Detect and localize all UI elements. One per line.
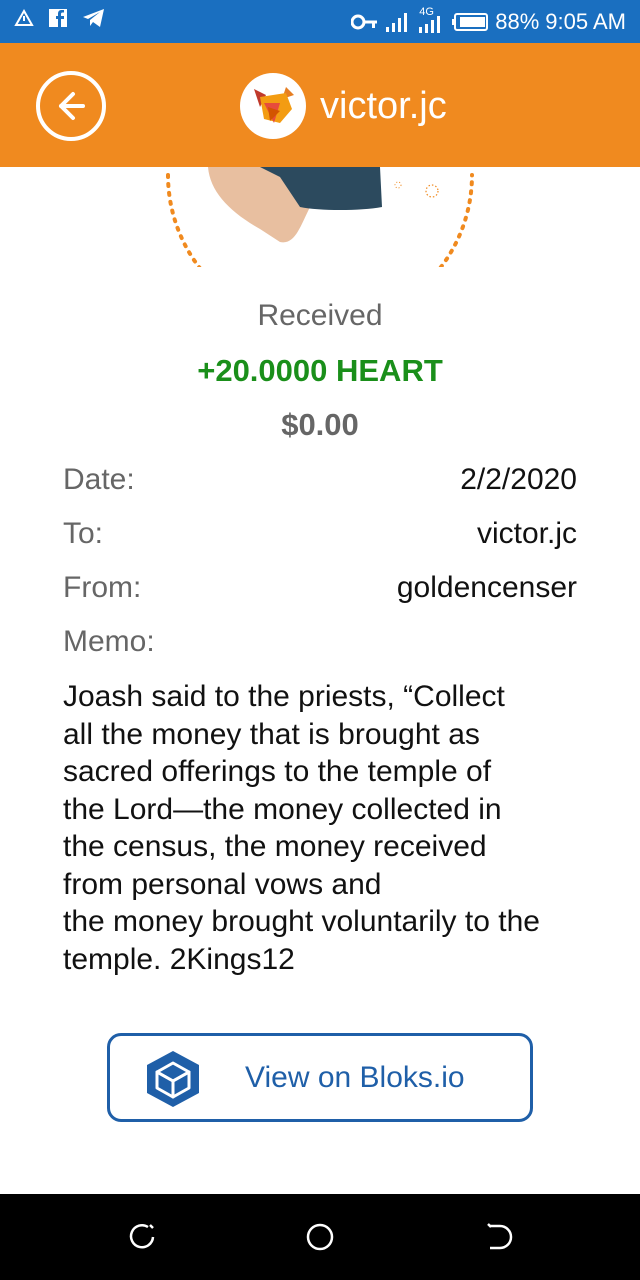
view-on-bloks-button[interactable]: View on Bloks.io bbox=[107, 1033, 533, 1122]
detail-value: victor.jc bbox=[476, 517, 577, 550]
fox-logo-icon bbox=[254, 87, 294, 123]
detail-label: Memo: bbox=[63, 625, 155, 658]
signal-4g-icon: 4G bbox=[417, 6, 445, 36]
vpn-key-icon bbox=[351, 14, 378, 29]
status-bar: 4G 88% 9:05 AM bbox=[0, 0, 640, 43]
detail-row-memo: Memo: bbox=[63, 622, 577, 662]
detail-row-from: From: goldencenser bbox=[63, 568, 577, 608]
back-icon[interactable] bbox=[482, 1221, 514, 1253]
transaction-status: Received bbox=[257, 299, 383, 332]
status-bar-system: 4G 88% 9:05 AM bbox=[351, 0, 626, 43]
memo-line: the Lord—the money collected in bbox=[63, 792, 502, 826]
cube-icon bbox=[147, 1051, 199, 1107]
memo-line: all the money that is brought as bbox=[63, 717, 480, 751]
detail-value: 2/2/2020 bbox=[460, 463, 577, 496]
arrow-left-icon bbox=[59, 92, 85, 120]
detail-value: goldencenser bbox=[396, 571, 577, 604]
clock-time: 9:05 AM bbox=[545, 8, 626, 34]
home-icon[interactable] bbox=[304, 1221, 336, 1253]
memo-line: Joash said to the priests, “Collect bbox=[63, 680, 505, 713]
detail-label: To: bbox=[63, 517, 104, 550]
page-title: victor.jc bbox=[320, 85, 447, 127]
transaction-amount: +20.0000 HEART bbox=[197, 353, 443, 388]
recent-apps-icon[interactable] bbox=[126, 1221, 158, 1253]
memo-text: Joash said to the priests, “Collect all … bbox=[63, 678, 593, 978]
alert-triangle-icon bbox=[14, 8, 34, 26]
view-on-bloks-label: View on Bloks.io bbox=[245, 1061, 465, 1094]
status-bar-notifications bbox=[14, 8, 106, 28]
memo-line: temple. 2Kings12 bbox=[63, 942, 295, 976]
app-header: victor.jc bbox=[0, 43, 640, 167]
memo-line: the money brought voluntarily to the bbox=[63, 905, 540, 938]
battery-icon bbox=[452, 12, 489, 31]
signal-icon bbox=[386, 12, 408, 32]
avatar[interactable] bbox=[240, 73, 306, 139]
memo-line: the census, the money received bbox=[63, 830, 487, 863]
telegram-icon bbox=[83, 9, 104, 27]
android-nav-bar bbox=[0, 1194, 640, 1280]
detail-row-date: Date: 2/2/2020 bbox=[63, 460, 577, 500]
facebook-icon bbox=[49, 9, 67, 27]
battery-percent: 88% bbox=[495, 8, 540, 34]
detail-row-to: To: victor.jc bbox=[63, 514, 577, 554]
profile-avatar-large bbox=[160, 167, 480, 267]
memo-line: sacred offerings to the temple of bbox=[63, 755, 492, 788]
detail-label: From: bbox=[63, 571, 142, 604]
transaction-fiat-value: $0.00 bbox=[281, 407, 359, 442]
memo-line: from personal vows and bbox=[63, 867, 382, 901]
detail-label: Date: bbox=[63, 463, 135, 496]
back-button[interactable] bbox=[36, 71, 106, 141]
